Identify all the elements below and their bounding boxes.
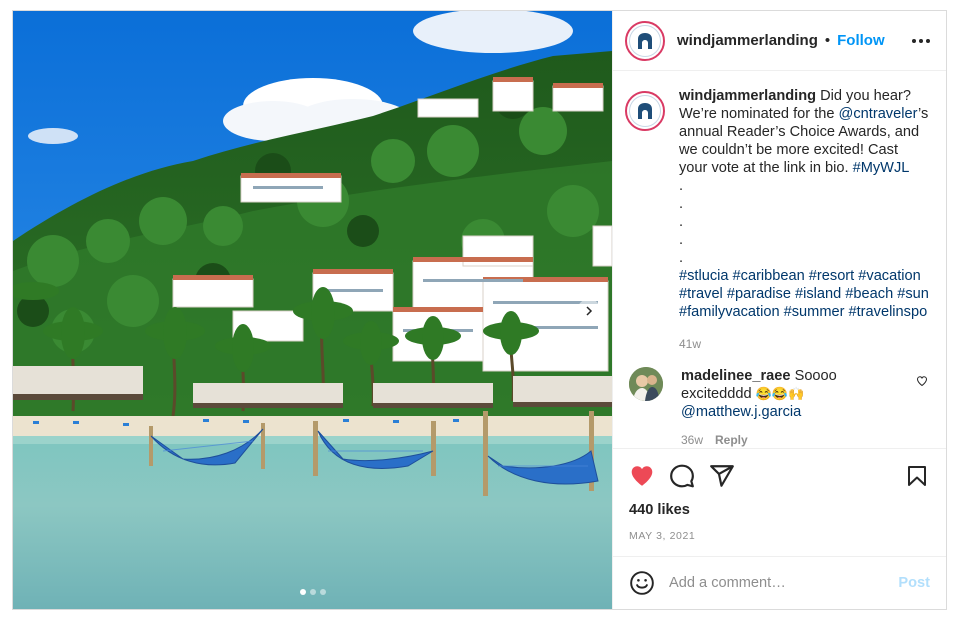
carousel-dot: [309, 589, 316, 595]
commenter-avatar[interactable]: [629, 367, 663, 401]
more-options-icon[interactable]: [912, 38, 930, 43]
bookmark-save-icon[interactable]: [904, 463, 930, 489]
carousel-dots: [13, 589, 612, 595]
comment-timestamp[interactable]: 36w: [681, 433, 703, 447]
follow-button[interactable]: Follow: [837, 32, 885, 49]
caption-dot: .: [679, 178, 684, 194]
comment-reply-button[interactable]: Reply: [715, 433, 748, 447]
comment-username[interactable]: madelinee_raee: [681, 368, 791, 384]
caption-avatar[interactable]: [625, 91, 665, 131]
caption-timestamp[interactable]: 41w: [679, 335, 930, 353]
likes-count[interactable]: 440 likes: [613, 502, 946, 522]
post-image[interactable]: [13, 11, 612, 609]
add-comment-bar: Post: [613, 556, 946, 609]
windjammer-logo-icon: [638, 103, 652, 119]
post-comment-button[interactable]: Post: [898, 575, 930, 591]
post-date[interactable]: MAY 3, 2021: [613, 522, 946, 556]
post-caption: windjammerlanding Did you hear? We’re no…: [625, 87, 930, 353]
share-send-icon[interactable]: [709, 463, 735, 489]
windjammer-logo-icon: [638, 32, 652, 49]
comment-item: madelinee_raee Soooo excitedddd 😂😂🙌 @mat…: [625, 367, 930, 448]
comment-meta: 36w Reply: [681, 431, 911, 448]
carousel-dot-active: [299, 589, 306, 595]
caption-text: windjammerlanding Did you hear? We’re no…: [679, 87, 930, 353]
comment-text: madelinee_raee Soooo excitedddd 😂😂🙌 @mat…: [681, 367, 911, 448]
comment-emojis: 😂😂🙌: [755, 386, 805, 401]
caption-dot: .: [679, 196, 684, 212]
post-header: windjammerlanding • Follow: [613, 11, 946, 71]
account-username[interactable]: windjammerlanding: [677, 32, 818, 49]
header-separator: •: [824, 32, 831, 49]
add-comment-input[interactable]: [669, 575, 899, 591]
emoji-smile-icon[interactable]: [629, 570, 655, 596]
like-heart-icon[interactable]: [629, 463, 655, 489]
comment-mention[interactable]: @matthew.j.garcia: [681, 404, 801, 420]
comment-like-heart-icon[interactable]: [916, 375, 928, 387]
post-actions: [613, 448, 946, 502]
caption-dot: .: [679, 232, 684, 248]
carousel-dot: [319, 589, 326, 595]
avatar-photo: [629, 367, 663, 401]
account-avatar[interactable]: [625, 20, 665, 61]
caption-hashtags[interactable]: #stlucia #caribbean #resort #vacation #t…: [679, 268, 929, 320]
caption-username[interactable]: windjammerlanding: [679, 88, 816, 104]
post-side-panel: windjammerlanding • Follow windjammerlan…: [612, 11, 946, 609]
caption-dot: .: [679, 214, 684, 230]
comment-bubble-icon[interactable]: [669, 463, 695, 489]
resort-beach-photo: [13, 11, 612, 609]
comments-section[interactable]: windjammerlanding Did you hear? We’re no…: [613, 71, 946, 448]
carousel-next-button[interactable]: [577, 299, 601, 323]
caption-dot: .: [679, 250, 684, 266]
caption-hashtag[interactable]: #MyWJL: [853, 160, 910, 176]
caption-mention[interactable]: @cntraveler: [839, 106, 918, 122]
chevron-right-icon: [586, 306, 593, 316]
instagram-post: windjammerlanding • Follow windjammerlan…: [12, 10, 947, 610]
